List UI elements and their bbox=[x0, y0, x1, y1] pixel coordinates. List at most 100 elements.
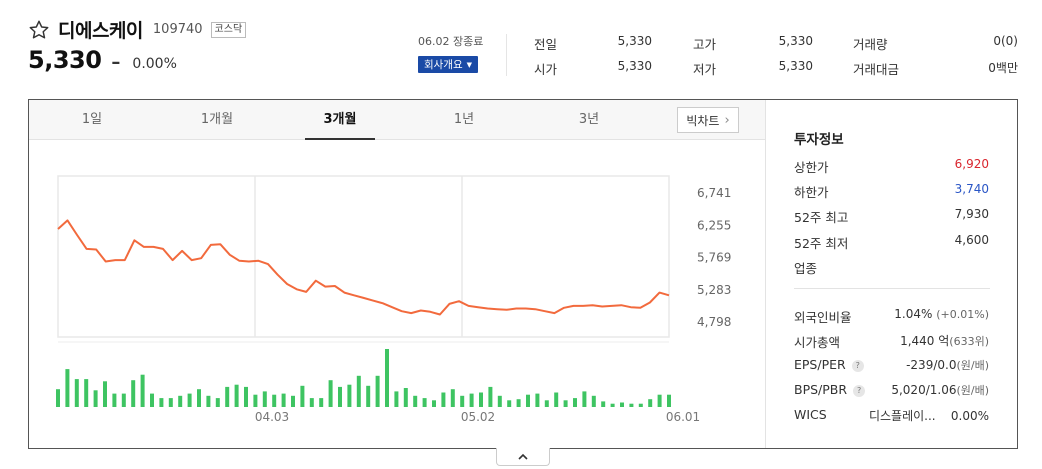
volume-bar bbox=[93, 390, 98, 407]
x-tick-label: 06.01 bbox=[666, 410, 700, 424]
bps-pbr-label: BPS/PBR? bbox=[794, 382, 866, 397]
volume-bar bbox=[591, 395, 596, 407]
bps-pbr-unit: (원/배) bbox=[956, 384, 989, 397]
market-cap-rank: (633위) bbox=[949, 335, 989, 348]
volume-bar bbox=[300, 385, 305, 407]
volume-bar bbox=[215, 398, 220, 407]
investment-info-title: 투자정보 bbox=[794, 132, 844, 148]
volume-bar bbox=[667, 394, 671, 407]
summary-label-prev-close: 전일 bbox=[534, 37, 558, 52]
volume-bar bbox=[112, 393, 117, 407]
volume-bar bbox=[610, 403, 615, 407]
volume-bar bbox=[648, 399, 653, 407]
volume-bar bbox=[638, 403, 643, 407]
volume-bar bbox=[121, 393, 126, 407]
price-row: 5,330 – 0.00% bbox=[28, 46, 177, 74]
market-cap-main: 1,440 억 bbox=[900, 334, 950, 348]
volume-bar bbox=[375, 375, 380, 407]
tab-3y[interactable]: 3년 bbox=[559, 100, 619, 140]
tab-3m[interactable]: 3개월 bbox=[305, 100, 375, 140]
volume-bar bbox=[563, 400, 568, 407]
eps-per-main: -239/0.0 bbox=[906, 358, 957, 372]
plot-frame bbox=[57, 175, 670, 338]
summary-value-low: 5,330 bbox=[778, 59, 813, 73]
volume-bar bbox=[582, 391, 587, 407]
week52-high-label: 52주 최고 bbox=[794, 210, 849, 225]
market-cap-label: 시가총액 bbox=[794, 335, 841, 350]
tab-1y[interactable]: 1년 bbox=[434, 100, 494, 140]
summary-value-high: 5,330 bbox=[778, 34, 813, 48]
chevron-right-icon: › bbox=[724, 112, 730, 128]
volume-bar bbox=[356, 375, 361, 407]
period-tabs: 1일 1개월 3개월 1년 3년 빅차트 › bbox=[29, 100, 766, 140]
wics-label: WICS bbox=[794, 407, 827, 422]
investment-info-panel: 투자정보 상한가 6,920 하한가 3,740 52주 최고 7,930 52… bbox=[765, 100, 1017, 448]
eps-per-unit: (원/배) bbox=[956, 359, 989, 372]
foreign-ratio-sub: (+0.01%) bbox=[936, 308, 989, 321]
week52-low-label: 52주 최저 bbox=[794, 236, 849, 251]
volume-bar bbox=[178, 395, 183, 407]
summary-value-open: 5,330 bbox=[617, 59, 652, 73]
favorite-star-icon[interactable] bbox=[28, 19, 50, 41]
stock-name: 디에스케이 bbox=[58, 20, 143, 42]
volume-bar bbox=[131, 380, 136, 407]
volume-bar bbox=[319, 398, 324, 407]
collapse-button[interactable] bbox=[496, 448, 550, 466]
volume-bar bbox=[488, 386, 493, 407]
volume-bar bbox=[366, 385, 371, 407]
volume-bar bbox=[535, 393, 540, 407]
volume-bar bbox=[526, 394, 530, 407]
help-icon[interactable]: ? bbox=[851, 360, 864, 372]
summary-label-open: 시가 bbox=[534, 62, 558, 77]
market-cap-value: 1,440 억(633위) bbox=[900, 332, 989, 349]
wics-value: 디스플레이... 0.00% bbox=[869, 407, 989, 424]
summary-value-prev-close: 5,330 bbox=[617, 34, 652, 48]
chart-panel: 1일 1개월 3개월 1년 3년 빅차트 › 6,741 6,255 5,769 5,… bbox=[28, 99, 1018, 449]
company-overview-label: 회사개요 bbox=[423, 59, 463, 71]
volume-bar bbox=[291, 395, 295, 407]
caret-down-icon: ▼ bbox=[466, 60, 473, 69]
tab-1m[interactable]: 1개월 bbox=[187, 100, 247, 140]
volume-bar bbox=[187, 393, 192, 407]
x-tick-label: 05.02 bbox=[461, 410, 495, 424]
price-chart: 6,741 6,255 5,769 5,283 4,798 04.03 05.02 06.01 bbox=[56, 175, 731, 424]
volume-bar bbox=[150, 393, 154, 407]
volume-bar bbox=[413, 395, 418, 407]
change-percent: 0.00% bbox=[132, 56, 177, 72]
volume-bar bbox=[629, 403, 634, 407]
x-tick-label: 04.03 bbox=[255, 410, 289, 424]
volume-bar bbox=[601, 401, 606, 407]
volume-bar bbox=[516, 399, 521, 407]
bps-pbr-value: 5,020/1.06(원/배) bbox=[891, 382, 989, 398]
volume-bar bbox=[432, 400, 436, 407]
close-date: 06.02 장종료 bbox=[418, 35, 484, 48]
volume-bar bbox=[197, 389, 201, 407]
eps-per-value: -239/0.0(원/배) bbox=[906, 357, 989, 373]
volume-bar bbox=[479, 392, 483, 407]
volume-bar bbox=[554, 392, 559, 407]
summary-value-trade-value: 0백만 bbox=[988, 61, 1018, 75]
volume-bar bbox=[74, 379, 79, 407]
market-badge: 코스닥 bbox=[210, 21, 247, 38]
wics-change: 0.00% bbox=[950, 409, 989, 423]
volume-bar bbox=[253, 394, 258, 407]
y-tick-label: 6,255 bbox=[697, 218, 731, 232]
stock-code: 109740 bbox=[152, 22, 203, 37]
volume-bar bbox=[281, 393, 286, 407]
volume-bar bbox=[544, 400, 549, 407]
tab-1d[interactable]: 1일 bbox=[64, 100, 120, 140]
summary-label-high: 고가 bbox=[693, 37, 717, 52]
volume-bar bbox=[450, 389, 455, 407]
wics-sector[interactable]: 디스플레이... bbox=[869, 409, 936, 423]
volume-bar bbox=[103, 381, 107, 407]
big-chart-button[interactable]: 빅차트 › bbox=[677, 107, 739, 133]
company-overview-button[interactable]: 회사개요 ▼ bbox=[418, 56, 478, 73]
sector-label: 업종 bbox=[794, 261, 818, 276]
lower-limit-label: 하한가 bbox=[794, 185, 829, 200]
volume-bar bbox=[244, 386, 248, 407]
help-icon[interactable]: ? bbox=[853, 385, 866, 397]
summary-label-volume: 거래량 bbox=[853, 37, 888, 52]
summary-label-low: 저가 bbox=[693, 62, 717, 77]
volume-bar bbox=[309, 398, 314, 407]
foreign-ratio-value: 1.04% (+0.01%) bbox=[894, 307, 989, 321]
